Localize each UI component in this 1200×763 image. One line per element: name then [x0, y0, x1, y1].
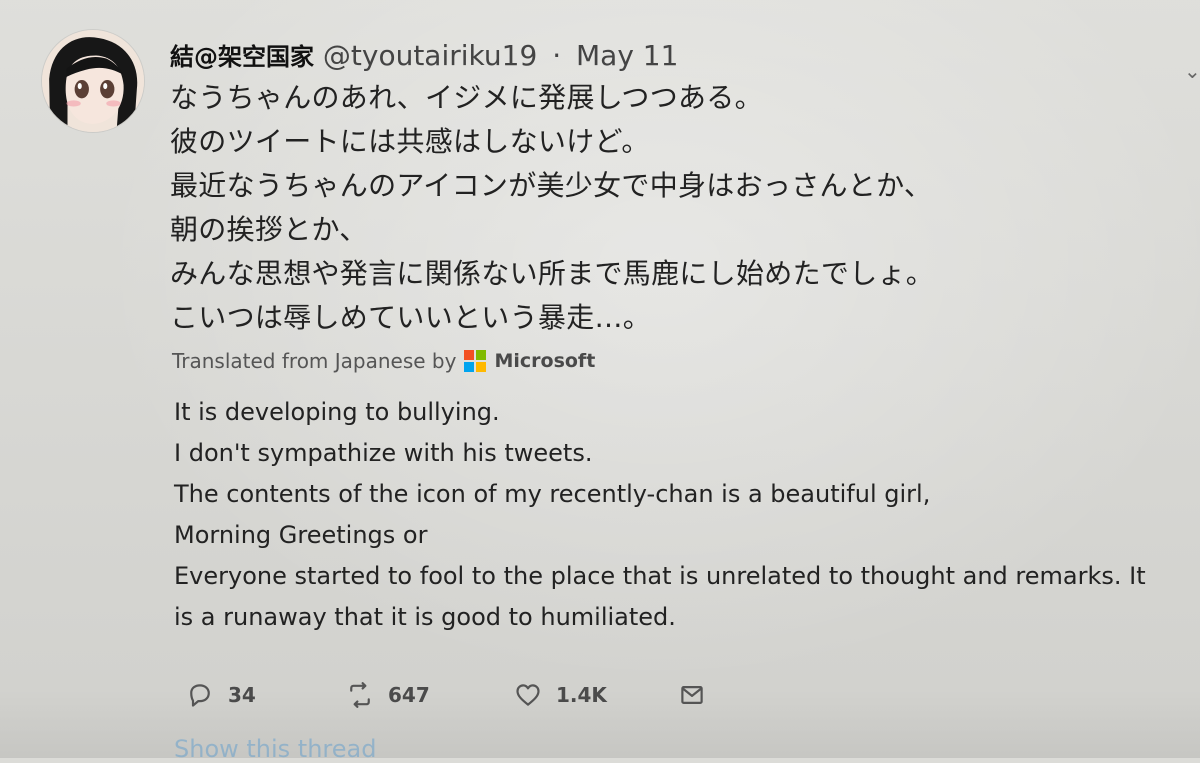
original-tweet-text: なうちゃんのあれ、イジメに発展しつつある。 彼のツイートには共感はしないけど。 … [170, 76, 1120, 340]
original-line: みんな思想や発言に関係ない所まで馬鹿にし始めたでしょ。 [170, 257, 935, 290]
meta-separator: · [552, 39, 562, 72]
translated-line: Everyone started to fool to the place th… [174, 562, 1146, 590]
chevron-down-icon[interactable]: ⌄ [1184, 61, 1200, 81]
tweet-header: 結@架空国家 @tyoutairiku19 · May 11 [170, 38, 678, 75]
tweet-actions: 34 647 1.4K [186, 678, 706, 712]
anime-avatar [42, 30, 144, 132]
avatar-left-blush [66, 100, 81, 107]
translated-line: I don't sympathize with his tweets. [174, 439, 593, 467]
avatar-right-blush [106, 100, 121, 107]
avatar-right-eye [100, 79, 115, 99]
translation-attribution: Translated from Japanese by Microsoft [172, 349, 595, 373]
like-count: 1.4K [556, 683, 607, 707]
direct-message-button[interactable] [678, 678, 706, 712]
avatar-left-eye [74, 79, 89, 99]
translated-line: Morning Greetings or [174, 521, 428, 549]
avatar[interactable] [42, 30, 144, 132]
display-name[interactable]: 結@架空国家 [170, 43, 314, 71]
show-thread-link[interactable]: Show this thread [174, 735, 376, 763]
microsoft-logo-yellow [476, 362, 487, 372]
original-line: なうちゃんのあれ、イジメに発展しつつある。 [170, 81, 763, 114]
microsoft-logo-red [464, 350, 475, 360]
original-line: 彼のツイートには共感はしないけど。 [170, 125, 650, 158]
avatar-right-eye-shine [103, 83, 108, 90]
retweet-icon [350, 682, 370, 708]
translated-tweet-text: It is developing to bullying. I don't sy… [174, 392, 1184, 638]
original-line: 最近なうちゃんのアイコンが美少女で中身はおっさんとか、 [170, 169, 933, 202]
translated-line: It is developing to bullying. [174, 398, 500, 426]
message-icon [681, 686, 703, 704]
translated-line: is a runaway that it is good to humiliat… [174, 603, 676, 631]
microsoft-logo-blue [464, 362, 475, 372]
translation-provider: Microsoft [494, 350, 596, 372]
like-button[interactable]: 1.4K [514, 678, 678, 712]
heart-icon [516, 684, 540, 706]
microsoft-logo-green [476, 350, 487, 360]
reply-count: 34 [228, 683, 256, 707]
reply-icon [190, 684, 210, 707]
retweet-button[interactable]: 647 [346, 678, 514, 712]
tweet-date[interactable]: May 11 [576, 39, 678, 72]
microsoft-logo [464, 350, 487, 372]
original-line: こいつは辱しめていいという暴走…。 [170, 301, 652, 334]
translated-line: The contents of the icon of my recently-… [174, 480, 931, 508]
tweet-card: 結@架空国家 @tyoutairiku19 · May 11 ⌄ なうちゃんのあ… [0, 0, 1200, 763]
retweet-count: 647 [388, 683, 430, 707]
original-line: 朝の挨拶とか、 [170, 213, 368, 246]
avatar-left-eye-shine [77, 83, 82, 90]
translation-label: Translated from Japanese by [172, 349, 457, 373]
user-handle[interactable]: @tyoutairiku19 [323, 39, 537, 72]
reply-button[interactable]: 34 [186, 678, 346, 712]
